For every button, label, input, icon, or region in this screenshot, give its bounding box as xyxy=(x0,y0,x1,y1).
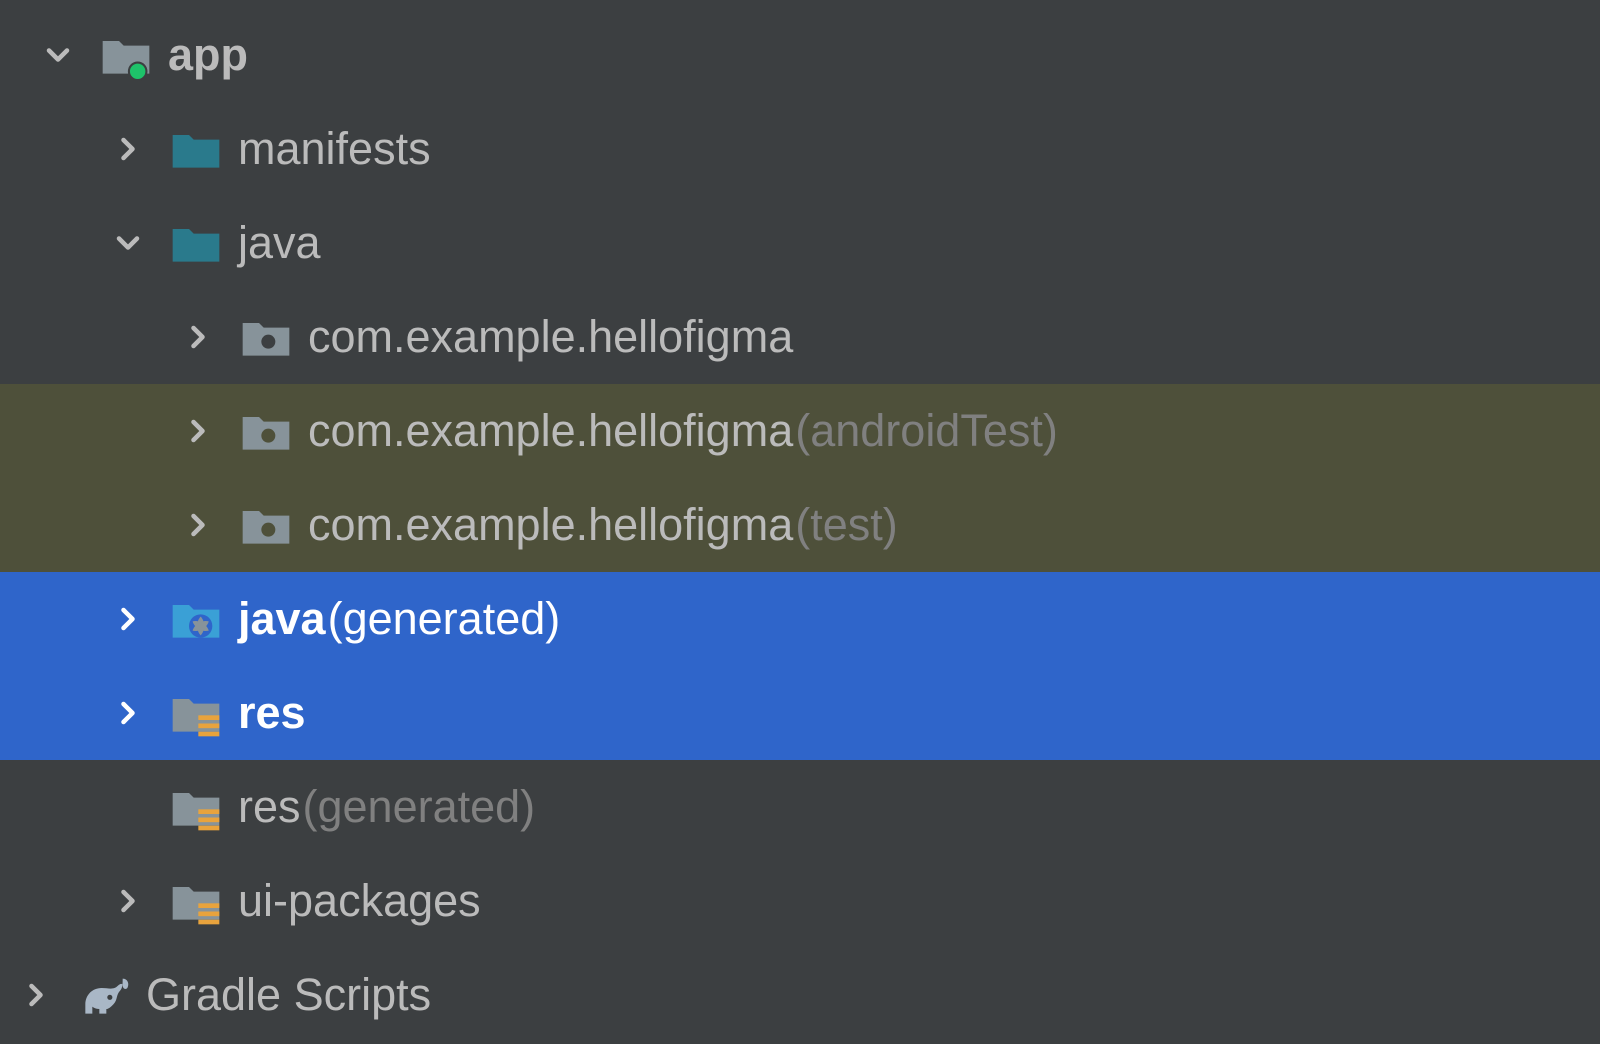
tree-item-label: res xyxy=(238,687,306,739)
tree-item-ui-packages[interactable]: ui-packages xyxy=(0,854,1600,948)
tree-item-suffix: (generated) xyxy=(328,593,561,645)
tree-item-label: com.example.hellofigma xyxy=(308,405,793,457)
folder-icon xyxy=(166,213,226,273)
module-folder-icon xyxy=(96,25,156,85)
chevron-right-icon[interactable] xyxy=(98,683,158,743)
tree-item-label: com.example.hellofigma xyxy=(308,499,793,551)
tree-item-label: app xyxy=(168,29,248,81)
chevron-right-icon[interactable] xyxy=(98,119,158,179)
gradle-elephant-icon xyxy=(74,965,134,1025)
tree-item-label: res xyxy=(238,781,301,833)
tree-item-manifests[interactable]: manifests xyxy=(0,102,1600,196)
chevron-right-icon[interactable] xyxy=(98,589,158,649)
tree-item-label: java xyxy=(238,217,321,269)
tree-item-label: Gradle Scripts xyxy=(146,969,431,1021)
tree-item-app[interactable]: app xyxy=(0,8,1600,102)
package-folder-icon xyxy=(236,401,296,461)
tree-item-res-generated[interactable]: res (generated) xyxy=(0,760,1600,854)
folder-icon xyxy=(166,119,226,179)
tree-item-label: com.example.hellofigma xyxy=(308,311,793,363)
resource-folder-icon xyxy=(166,777,226,837)
project-tree: app manifests java com.example. xyxy=(0,0,1600,1042)
tree-item-pkg-main[interactable]: com.example.hellofigma xyxy=(0,290,1600,384)
tree-item-gradle-scripts[interactable]: Gradle Scripts xyxy=(0,948,1600,1042)
chevron-right-icon[interactable] xyxy=(6,965,66,1025)
tree-item-suffix: (androidTest) xyxy=(795,405,1058,457)
tree-item-suffix: (generated) xyxy=(303,781,536,833)
tree-item-label: manifests xyxy=(238,123,431,175)
chevron-right-icon[interactable] xyxy=(98,871,158,931)
tree-item-res[interactable]: res xyxy=(0,666,1600,760)
resource-folder-icon xyxy=(166,871,226,931)
package-folder-icon xyxy=(236,495,296,555)
generated-folder-icon xyxy=(166,589,226,649)
chevron-down-icon[interactable] xyxy=(28,25,88,85)
chevron-right-icon[interactable] xyxy=(168,401,228,461)
tree-item-pkg-test[interactable]: com.example.hellofigma (test) xyxy=(0,478,1600,572)
tree-item-pkg-androidtest[interactable]: com.example.hellofigma (androidTest) xyxy=(0,384,1600,478)
chevron-down-icon[interactable] xyxy=(98,213,158,273)
chevron-right-icon[interactable] xyxy=(168,307,228,367)
resource-folder-icon xyxy=(166,683,226,743)
tree-item-label: java xyxy=(238,593,326,645)
tree-item-java[interactable]: java xyxy=(0,196,1600,290)
package-folder-icon xyxy=(236,307,296,367)
tree-item-java-generated[interactable]: java (generated) xyxy=(0,572,1600,666)
tree-item-suffix: (test) xyxy=(795,499,898,551)
chevron-right-icon[interactable] xyxy=(168,495,228,555)
tree-item-label: ui-packages xyxy=(238,875,481,927)
